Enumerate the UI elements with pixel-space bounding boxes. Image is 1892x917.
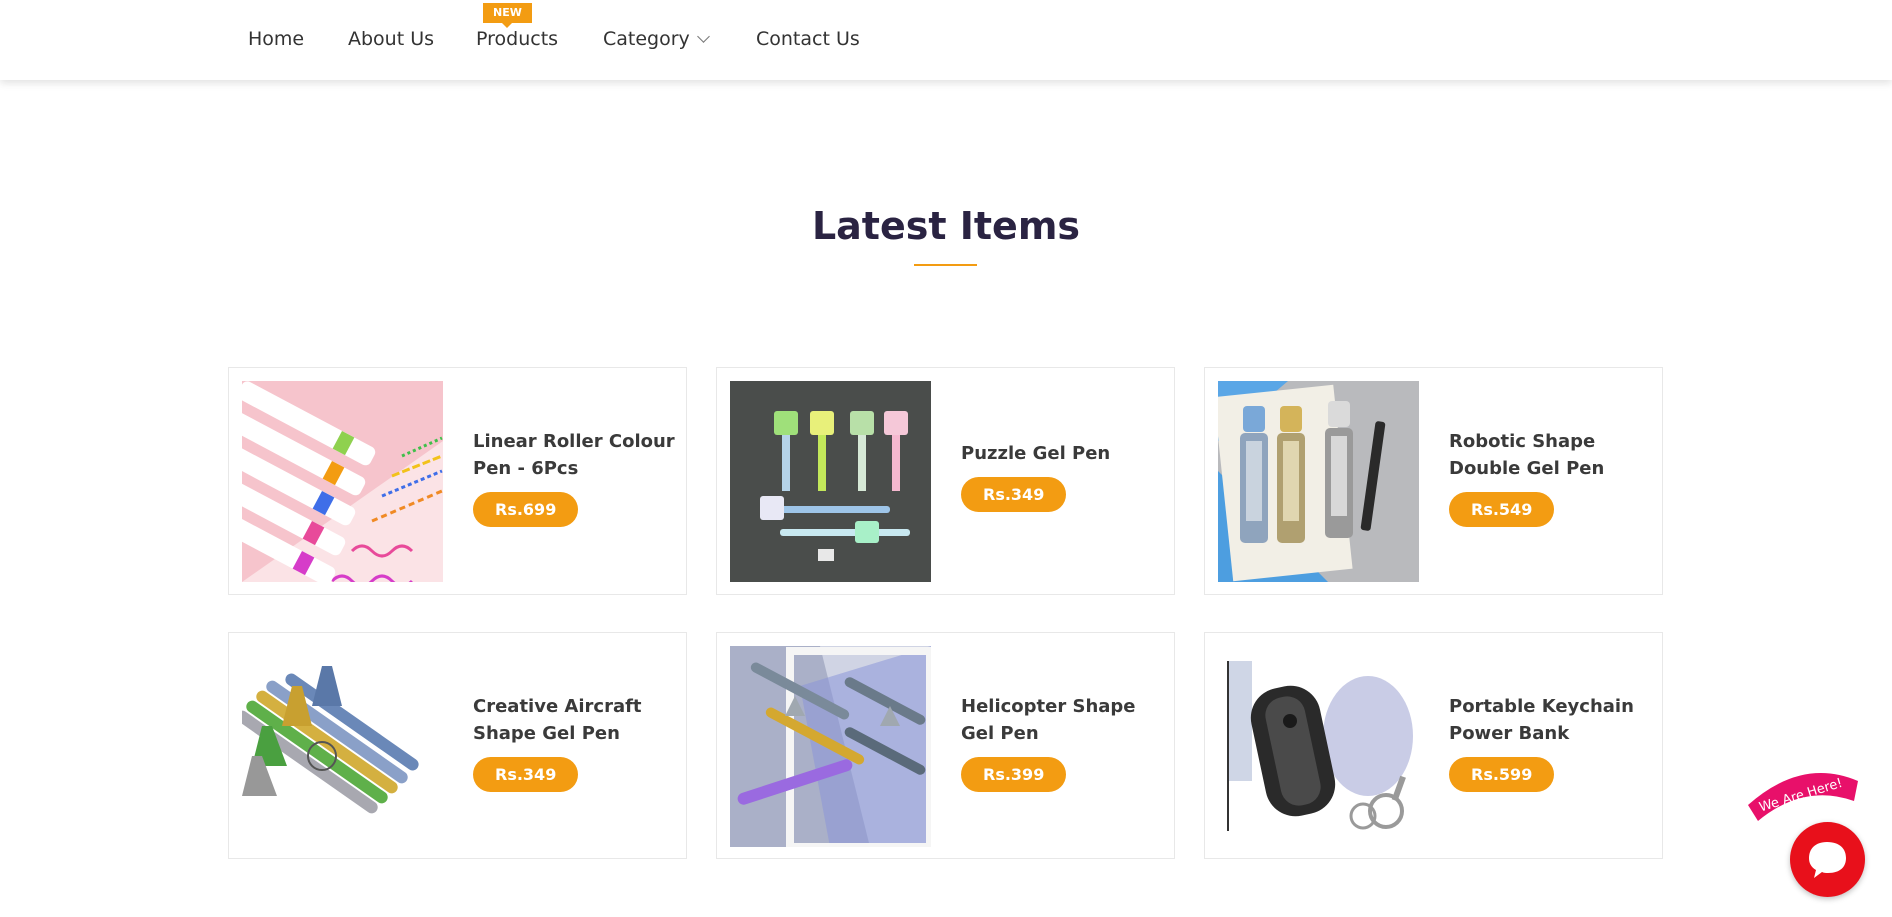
product-card[interactable]: Puzzle Gel Pen Rs.349 bbox=[716, 367, 1175, 595]
nav-products[interactable]: Products bbox=[476, 27, 558, 51]
product-card[interactable]: Helicopter Shape Gel Pen Rs.399 bbox=[716, 632, 1175, 859]
nav-category-label: Category bbox=[603, 28, 690, 50]
price-button[interactable]: Rs.549 bbox=[1449, 492, 1555, 527]
product-card[interactable]: Creative Aircraft Shape Gel Pen Rs.349 bbox=[228, 632, 687, 859]
product-info: Robotic Shape Double Gel Pen Rs.549 bbox=[1449, 428, 1652, 527]
product-info: Linear Roller Colour Pen - 6Pcs Rs.699 bbox=[473, 428, 676, 527]
power-bank-illustration bbox=[1218, 646, 1419, 847]
nav-about-us-label: About Us bbox=[348, 28, 435, 50]
main-nav: Home About Us NEW Products Category Cont… bbox=[0, 0, 1892, 80]
top-navigation-bar: Home About Us NEW Products Category Cont… bbox=[0, 0, 1892, 80]
product-name[interactable]: Puzzle Gel Pen bbox=[961, 440, 1164, 467]
nav-home-label: Home bbox=[248, 28, 305, 50]
puzzle-pens-illustration bbox=[730, 381, 931, 582]
price-button[interactable]: Rs.399 bbox=[961, 757, 1067, 792]
price-button[interactable]: Rs.599 bbox=[1449, 757, 1555, 792]
title-underline-divider bbox=[914, 264, 977, 266]
product-name[interactable]: Portable Keychain Power Bank bbox=[1449, 693, 1652, 747]
product-card[interactable]: Robotic Shape Double Gel Pen Rs.549 bbox=[1204, 367, 1663, 595]
product-info: Helicopter Shape Gel Pen Rs.399 bbox=[961, 693, 1164, 792]
product-name[interactable]: Helicopter Shape Gel Pen bbox=[961, 693, 1164, 747]
product-info: Puzzle Gel Pen Rs.349 bbox=[961, 440, 1164, 512]
product-info: Creative Aircraft Shape Gel Pen Rs.349 bbox=[473, 693, 676, 792]
product-image-aircraft-pen[interactable] bbox=[242, 646, 443, 847]
price-button[interactable]: Rs.699 bbox=[473, 492, 579, 527]
nav-home[interactable]: Home bbox=[248, 27, 304, 51]
nav-contact-us-label: Contact Us bbox=[756, 28, 860, 50]
we-are-here-tag[interactable]: We Are Here! bbox=[1742, 765, 1862, 821]
nav-category[interactable]: Category bbox=[603, 27, 710, 51]
nav-about-us[interactable]: About Us bbox=[348, 27, 434, 51]
chevron-down-icon bbox=[696, 30, 710, 43]
pens-illustration bbox=[242, 381, 443, 582]
product-image-robotic-pen[interactable] bbox=[1218, 381, 1419, 582]
product-image-linear-roller-pens[interactable] bbox=[242, 381, 443, 582]
chat-button[interactable] bbox=[1790, 822, 1865, 897]
nav-contact-us[interactable]: Contact Us bbox=[756, 27, 860, 51]
helicopter-pens-illustration bbox=[730, 646, 931, 847]
product-card[interactable]: Portable Keychain Power Bank Rs.599 bbox=[1204, 632, 1663, 859]
nav-products-label: Products bbox=[476, 28, 559, 50]
product-image-keychain-power-bank[interactable] bbox=[1218, 646, 1419, 847]
chat-bubble-icon bbox=[1809, 842, 1846, 878]
product-image-helicopter-pen[interactable] bbox=[730, 646, 931, 847]
new-badge: NEW bbox=[483, 3, 532, 28]
price-button[interactable]: Rs.349 bbox=[961, 477, 1067, 512]
product-image-puzzle-gel-pen[interactable] bbox=[730, 381, 931, 582]
section-title: Latest Items bbox=[811, 204, 1081, 248]
product-name[interactable]: Linear Roller Colour Pen - 6Pcs bbox=[473, 428, 676, 482]
product-name[interactable]: Creative Aircraft Shape Gel Pen bbox=[473, 693, 676, 747]
product-name[interactable]: Robotic Shape Double Gel Pen bbox=[1449, 428, 1652, 482]
robot-pens-illustration bbox=[1218, 381, 1419, 582]
product-info: Portable Keychain Power Bank Rs.599 bbox=[1449, 693, 1652, 792]
price-button[interactable]: Rs.349 bbox=[473, 757, 579, 792]
product-card[interactable]: Linear Roller Colour Pen - 6Pcs Rs.699 bbox=[228, 367, 687, 595]
aircraft-pens-illustration bbox=[242, 646, 443, 847]
